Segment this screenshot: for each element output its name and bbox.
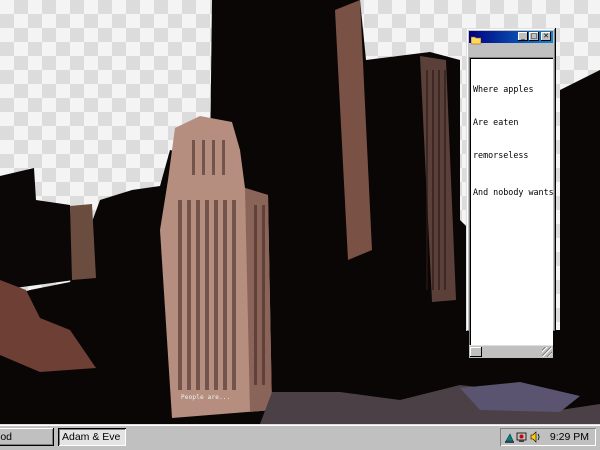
text-editor-area[interactable]: Where apples Are eaten remorseless And n… — [469, 57, 554, 345]
wallpaper-caption: People are... — [181, 394, 231, 401]
text-line: Are eaten — [473, 117, 519, 127]
tray-icons[interactable] — [504, 430, 544, 444]
text-line: remorseless — [473, 150, 529, 160]
system-tray: 9:29 PM — [500, 428, 596, 446]
horizontal-scrollbar[interactable] — [469, 345, 553, 358]
text-line: Where apples — [473, 84, 534, 94]
resize-grip-icon[interactable] — [542, 347, 552, 357]
title-bar[interactable]: _ □ ✕ — [469, 31, 553, 45]
taskbar-button[interactable]: iod — [0, 428, 54, 446]
folder-icon — [470, 32, 482, 45]
text-line: And nobody wants — [473, 187, 554, 197]
minimize-button[interactable]: _ — [518, 32, 528, 41]
maximize-button[interactable]: □ — [529, 32, 539, 41]
monitor-icon[interactable] — [516, 432, 527, 442]
close-button[interactable]: ✕ — [541, 32, 551, 41]
taskbar: iod Adam & Eve 9:29 PM — [0, 424, 600, 450]
shadow-left-buildings — [0, 168, 74, 290]
volume-icon[interactable] — [530, 431, 540, 443]
scroll-left-button[interactable] — [470, 347, 482, 357]
network-icon[interactable] — [505, 433, 514, 443]
clock[interactable]: 9:29 PM — [550, 428, 589, 446]
distant-tower — [70, 204, 96, 280]
notepad-window[interactable]: _ □ ✕ Where apples Are eaten remorseless… — [466, 28, 556, 358]
taskbar-button-active[interactable]: Adam & Eve — [58, 428, 126, 446]
